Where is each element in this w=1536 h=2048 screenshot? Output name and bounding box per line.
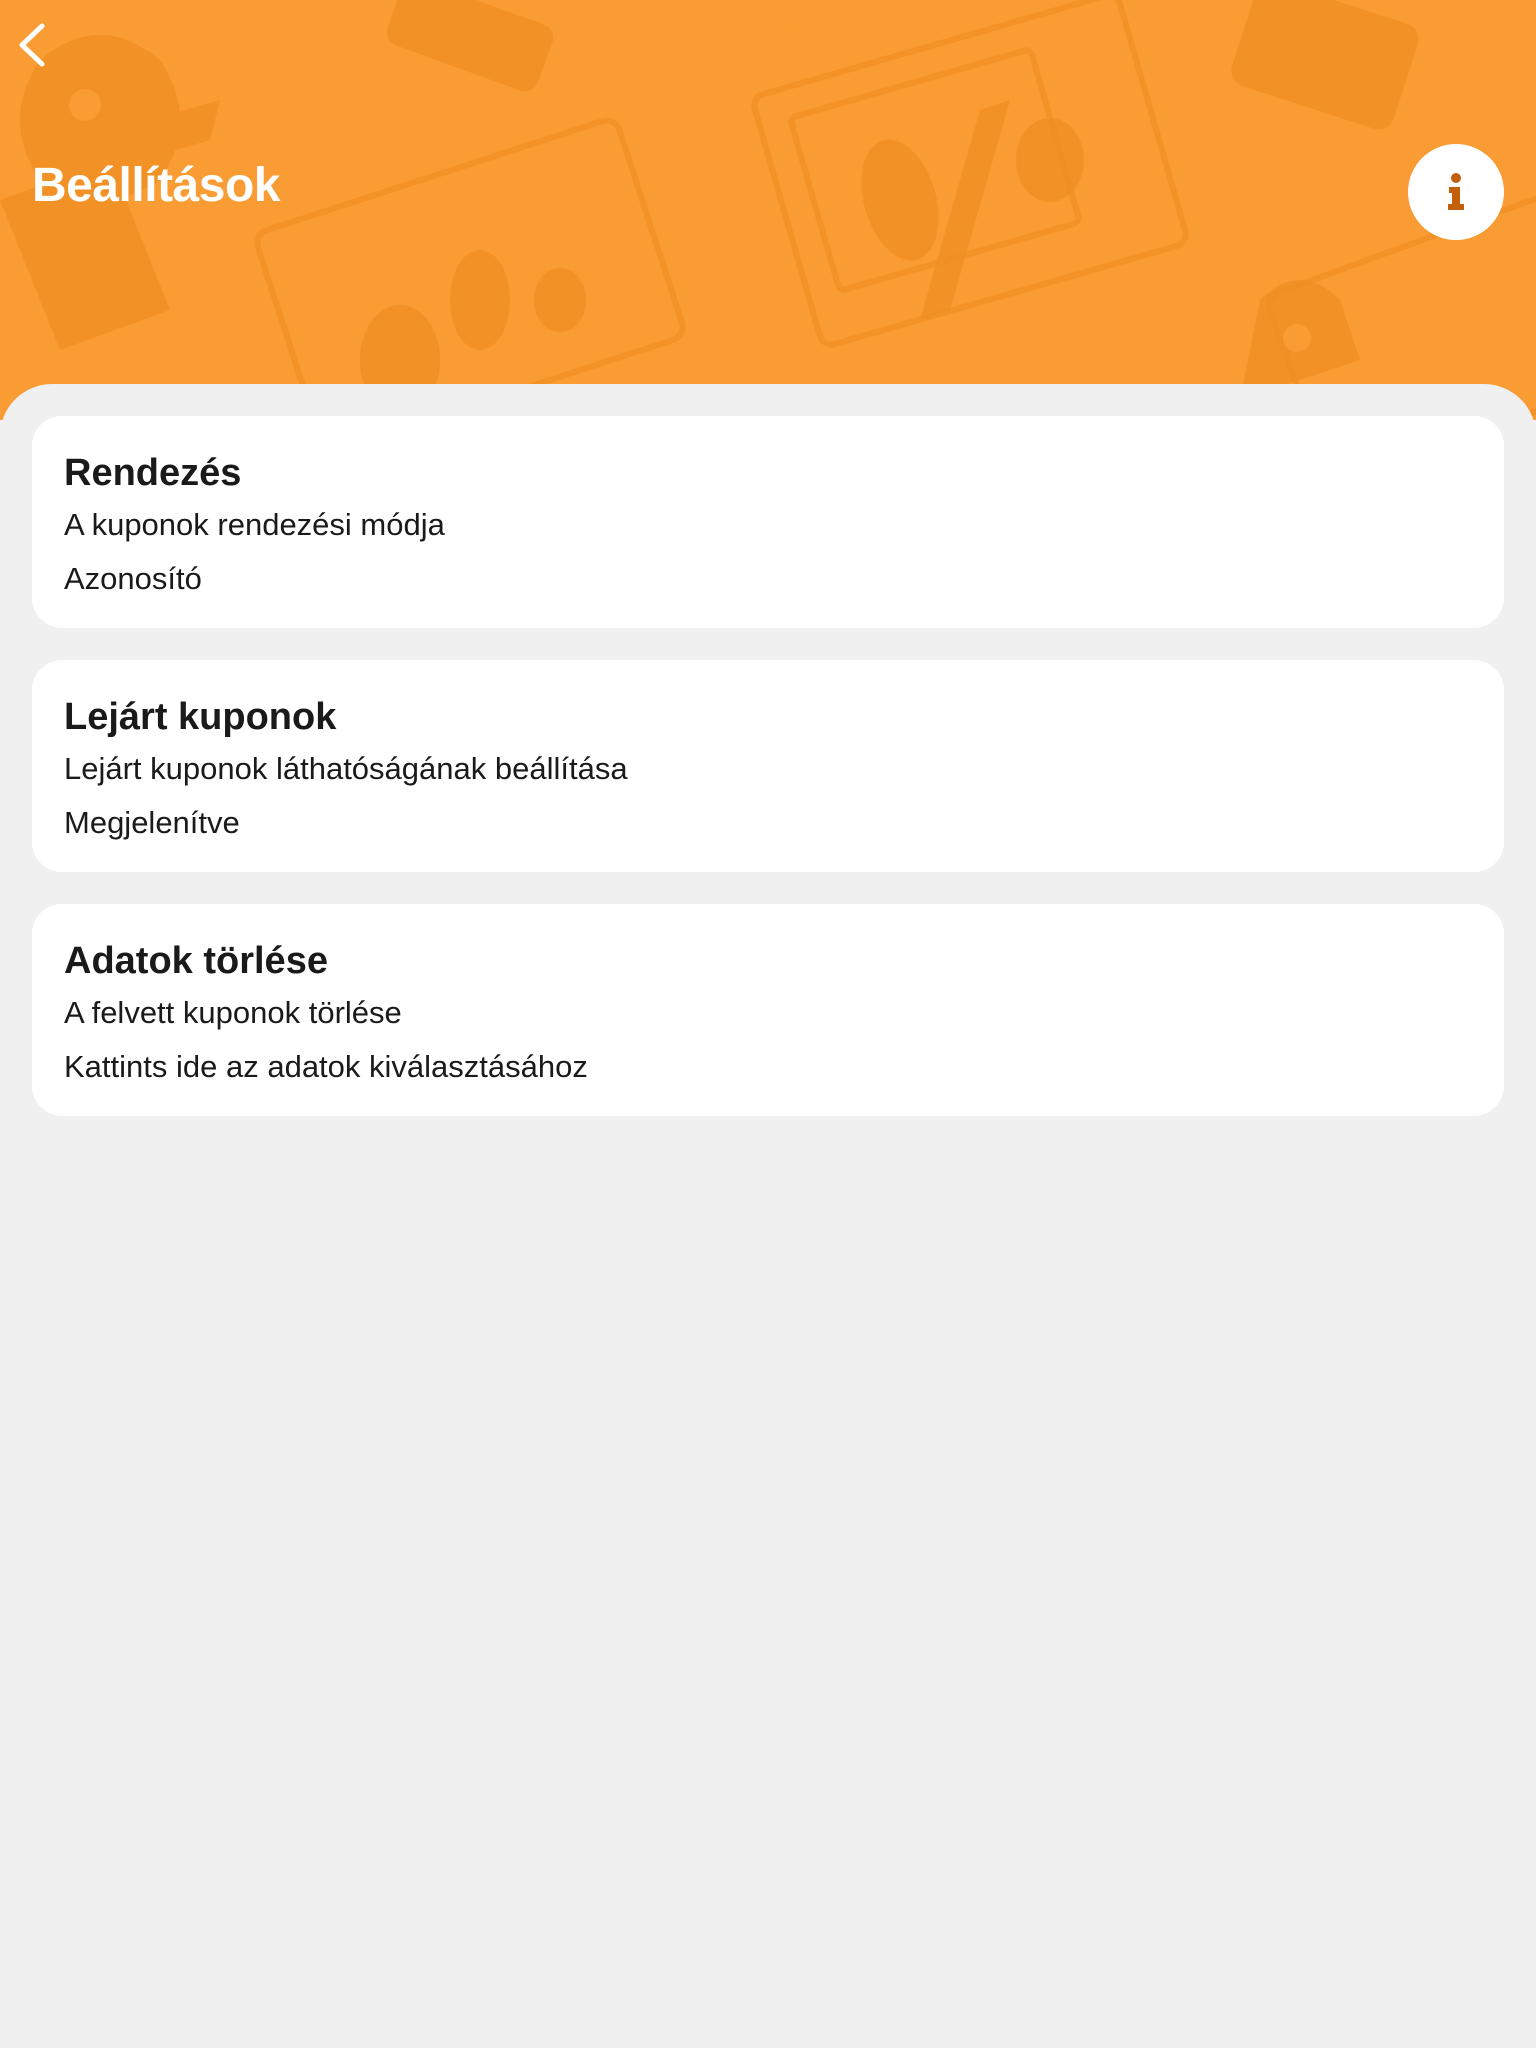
- setting-card-expired-coupons[interactable]: Lejárt kuponok Lejárt kuponok láthatóság…: [32, 660, 1504, 872]
- page-title: Beállítások: [32, 159, 280, 212]
- setting-value: Azonosító: [64, 561, 202, 596]
- setting-title: Lejárt kuponok: [64, 696, 337, 738]
- setting-description: A felvett kuponok törlése: [64, 995, 402, 1030]
- setting-description: Lejárt kuponok láthatóságának beállítása: [64, 751, 628, 786]
- app-screen: Beállítások Rendezés A kuponok rendezési…: [0, 0, 1536, 2048]
- back-button[interactable]: [4, 10, 60, 80]
- header: Beállítások: [0, 0, 1536, 420]
- info-button[interactable]: [1408, 144, 1504, 240]
- setting-title: Rendezés: [64, 452, 242, 494]
- setting-title: Adatok törlése: [64, 940, 328, 982]
- setting-card-delete-data[interactable]: Adatok törlése A felvett kuponok törlése…: [32, 904, 1504, 1116]
- setting-description: A kuponok rendezési módja: [64, 507, 445, 542]
- setting-value: Megjelenítve: [64, 805, 240, 840]
- setting-value: Kattints ide az adatok kiválasztásához: [64, 1049, 588, 1084]
- chevron-left-icon: [19, 23, 45, 67]
- setting-card-sorting[interactable]: Rendezés A kuponok rendezési módja Azono…: [32, 416, 1504, 628]
- info-icon: [1448, 173, 1464, 210]
- settings-content: Rendezés A kuponok rendezési módja Azono…: [0, 384, 1536, 2048]
